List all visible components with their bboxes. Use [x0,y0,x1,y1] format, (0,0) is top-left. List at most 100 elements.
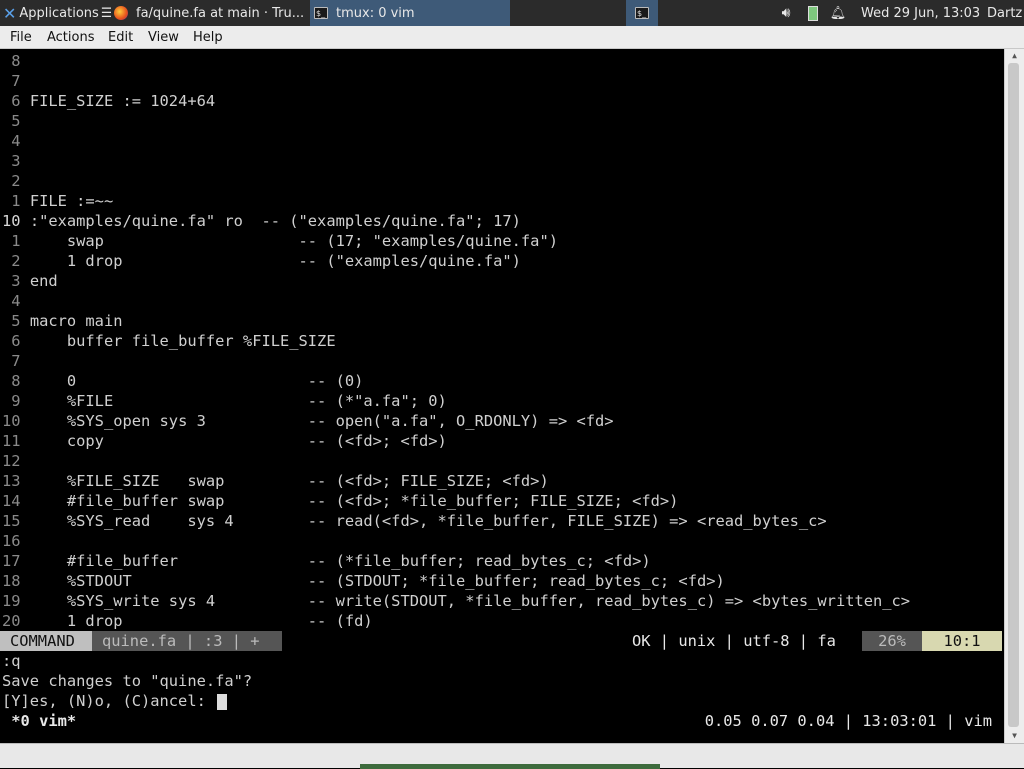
applications-label: Applications [19,5,99,21]
code-line[interactable]: 15 %SYS_read sys 4 -- read(<fd>, *file_b… [2,511,827,531]
battery-icon[interactable] [806,0,820,26]
code-text: %SYS_write sys 4 -- write(STDOUT, *file_… [20,592,911,610]
code-line[interactable]: 2 1 drop -- ("examples/quine.fa") [2,251,521,271]
code-line[interactable]: 10 %SYS_open sys 3 -- open("a.fa", O_RDO… [2,411,614,431]
code-line[interactable]: 13 %FILE_SIZE swap -- (<fd>; FILE_SIZE; … [2,471,549,491]
taskbar-firefox[interactable]: fa/quine.fa at main · Tru... [110,0,308,26]
workspace-switcher[interactable]: $_ [626,0,658,26]
applications-menu[interactable]: ✕ Applications ☰ [0,0,111,26]
code-line[interactable]: 7 [2,351,30,371]
code-line[interactable]: 3 [2,151,30,171]
code-line[interactable]: 20 1 drop -- (fd) [2,611,373,631]
code-text: macro main [20,312,123,330]
line-number: 10 [2,212,21,230]
line-number: 19 [2,592,21,610]
workspace-terminal-icon: $_ [635,7,649,19]
scroll-up-icon[interactable]: ▲ [1005,49,1024,63]
terminal-icon: $_ [314,7,328,19]
vim-mode: COMMAND [0,631,92,651]
code-text: :"examples/quine.fa" ro -- ("examples/qu… [20,212,521,230]
line-number: 6 [2,92,21,110]
line-number: 1 [2,232,21,250]
terminal-view[interactable]: 8 7 6 FILE_SIZE := 1024+64 5 4 3 2 1 FIL… [0,49,1004,743]
line-number: 11 [2,432,21,450]
line-number: 14 [2,492,21,510]
vim-command-input: :q [2,652,21,670]
vim-prompt-options-text: [Y]es, (N)o, (C)ancel: [2,692,216,710]
line-number: 13 [2,472,21,490]
code-line[interactable]: 17 #file_buffer -- (*file_buffer; read_b… [2,551,651,571]
code-text: 0 -- (0) [20,372,364,390]
scroll-down-icon[interactable]: ▼ [1005,729,1024,743]
vim-prompt-options[interactable]: [Y]es, (N)o, (C)ancel: [2,691,228,711]
text-cursor [217,693,228,710]
code-line[interactable]: 19 %SYS_write sys 4 -- write(STDOUT, *fi… [2,591,910,611]
code-line[interactable]: 7 [2,71,30,91]
clock[interactable]: Wed 29 Jun, 13:03 [861,0,981,26]
code-line[interactable]: 5 macro main [2,311,122,331]
notification-bell-icon[interactable]: 🔔︎ [828,0,848,26]
code-text: FILE :=~~ [20,192,114,210]
top-panel: ✕ Applications ☰ fa/quine.fa at main · T… [0,0,1024,26]
line-number: 15 [2,512,21,530]
taskbar-terminal[interactable]: $_ tmux: 0 vim [310,0,510,26]
code-line[interactable]: 6 FILE_SIZE := 1024+64 [2,91,215,111]
code-line[interactable]: 5 [2,111,30,131]
user-name[interactable]: Dartz [987,0,1024,26]
line-number: 17 [2,552,21,570]
menu-help[interactable]: Help [193,30,223,45]
code-line[interactable]: 8 [2,51,30,71]
code-line[interactable]: 16 [2,531,30,551]
line-number: 7 [2,352,21,370]
line-number: 3 [2,152,21,170]
vim-file-format: OK | unix | utf-8 | fa [632,632,836,650]
code-text: %SYS_open sys 3 -- open("a.fa", O_RDONLY… [20,412,614,430]
code-line[interactable]: 1 FILE :=~~ [2,191,113,211]
tmux-statusbar: *0 vim* 0.05 0.07 0.04 | 13:03:01 | vim [0,711,1004,731]
code-text: #file_buffer swap -- (<fd>; *file_buffer… [20,492,679,510]
tmux-window-list[interactable]: *0 vim* [2,711,76,731]
code-text: FILE_SIZE := 1024+64 [20,92,216,110]
volume-icon[interactable]: 🔊︎ [776,0,796,26]
code-line[interactable]: 11 copy -- (<fd>; <fd>) [2,431,447,451]
code-text: #file_buffer -- (*file_buffer; read_byte… [20,552,651,570]
terminal-menubar: File Actions Edit View Help [0,26,1024,49]
code-text: %SYS_read sys 4 -- read(<fd>, *file_buff… [20,512,827,530]
taskbar-terminal-label: tmux: 0 vim [336,5,415,21]
vim-percent: 26% [862,631,922,651]
scrollbar-thumb[interactable] [1008,63,1019,727]
code-text: %FILE -- (*"a.fa"; 0) [20,392,447,410]
code-line[interactable]: 4 [2,131,30,151]
line-number: 9 [2,392,21,410]
code-line[interactable]: 1 swap -- (17; "examples/quine.fa") [2,231,558,251]
code-line[interactable]: 9 %FILE -- (*"a.fa"; 0) [2,391,447,411]
code-line[interactable]: 14 #file_buffer swap -- (<fd>; *file_buf… [2,491,678,511]
code-line[interactable]: 3 end [2,271,58,291]
code-text: end [20,272,58,290]
code-line[interactable]: 10 :"examples/quine.fa" ro -- ("examples… [2,211,521,231]
code-text: buffer file_buffer %FILE_SIZE [20,332,336,350]
code-line[interactable]: 2 [2,171,30,191]
line-number: 18 [2,572,21,590]
code-line[interactable]: 12 [2,451,30,471]
menu-view[interactable]: View [148,30,179,45]
menu-edit[interactable]: Edit [108,30,133,45]
code-line[interactable]: 4 [2,291,30,311]
vim-cursor-position: 10:1 [922,631,1002,651]
code-line[interactable]: 6 buffer file_buffer %FILE_SIZE [2,331,336,351]
vim-prompt-message: Save changes to "quine.fa"? [2,672,253,690]
code-line[interactable]: 8 0 -- (0) [2,371,363,391]
line-number: 4 [2,292,21,310]
terminal-scrollbar[interactable]: ▲ ▼ [1004,49,1024,743]
menu-file[interactable]: File [10,30,32,45]
code-line[interactable]: 18 %STDOUT -- (STDOUT; *file_buffer; rea… [2,571,725,591]
line-number: 5 [2,312,21,330]
menu-actions[interactable]: Actions [47,30,95,45]
line-number: 7 [2,72,21,90]
